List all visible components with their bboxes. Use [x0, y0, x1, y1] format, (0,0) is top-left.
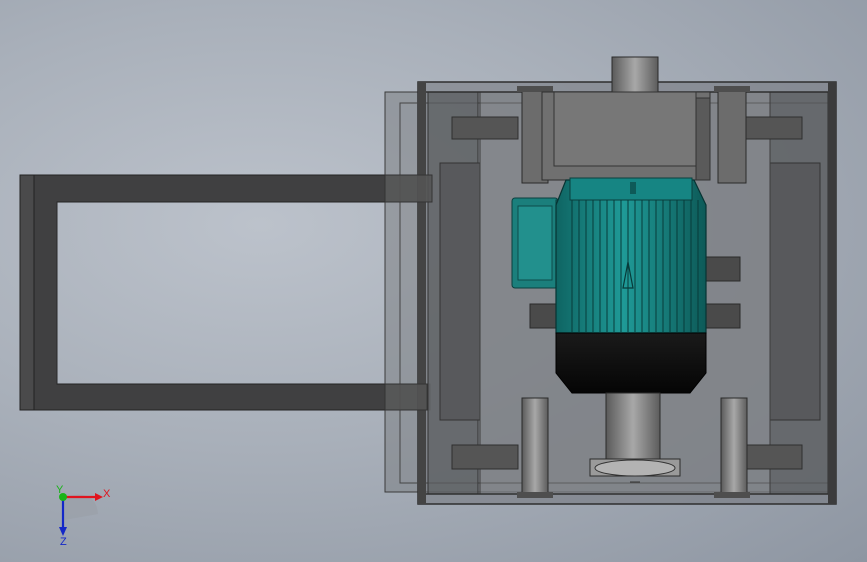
axis-triad: X Y Z: [56, 484, 111, 548]
z-axis-label: Z: [60, 536, 67, 548]
x-axis-label: X: [103, 488, 111, 500]
electric-motor: [555, 177, 707, 334]
cad-viewport[interactable]: X Y Z: [0, 0, 867, 562]
gearbox-top: [541, 56, 711, 181]
left-frame: [19, 174, 431, 411]
y-axis-label: Y: [56, 484, 64, 496]
motor-end-cap: [555, 332, 707, 394]
